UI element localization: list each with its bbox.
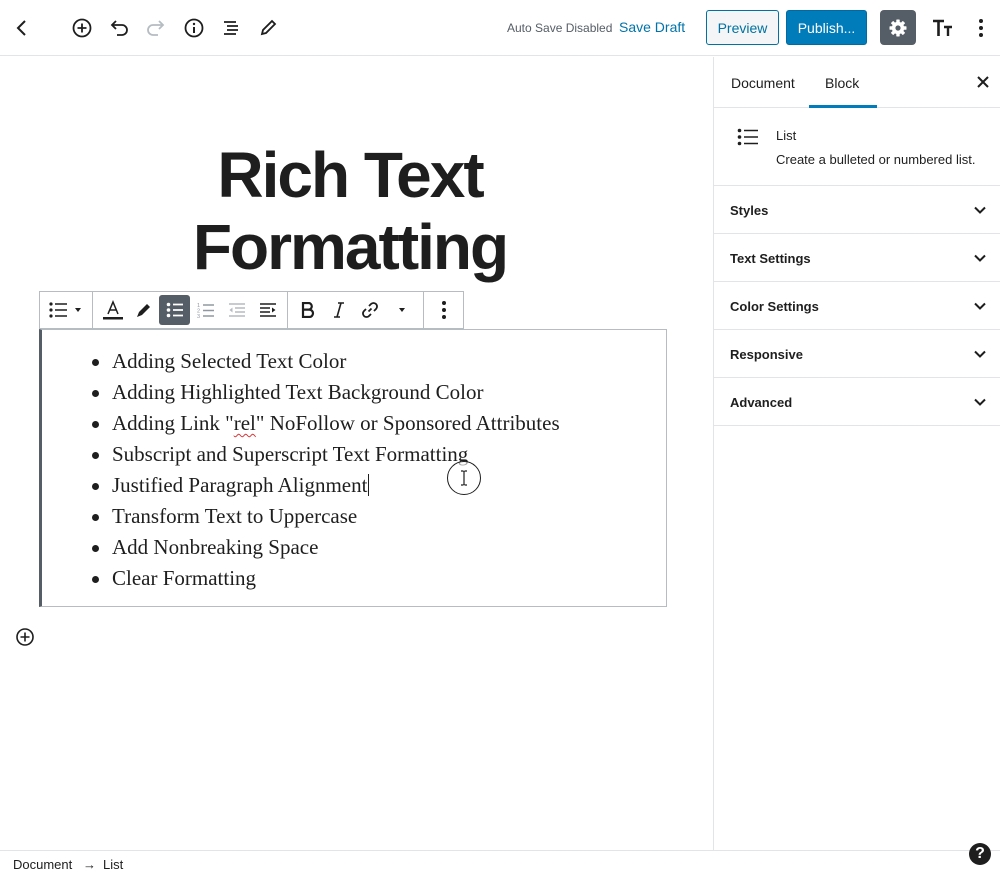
block-card: List Create a bulleted or numbered list.	[714, 108, 1000, 186]
bold-icon[interactable]	[292, 295, 323, 325]
undo-icon[interactable]	[101, 10, 137, 46]
panel-text-settings[interactable]: Text Settings	[714, 234, 1000, 282]
mouse-cursor-indicator	[447, 461, 481, 495]
list-block[interactable]: Adding Selected Text Color Adding Highli…	[39, 329, 667, 607]
list-item[interactable]: Clear Formatting	[92, 563, 666, 594]
add-block-icon[interactable]	[64, 10, 100, 46]
panel-advanced[interactable]: Advanced	[714, 378, 1000, 426]
preview-button[interactable]: Preview	[706, 10, 779, 45]
redo-icon[interactable]	[138, 10, 174, 46]
list-item[interactable]: Adding Selected Text Color	[92, 346, 666, 377]
panel-styles[interactable]: Styles	[714, 186, 1000, 234]
outdent-icon[interactable]	[221, 295, 252, 325]
list-item[interactable]: Justified Paragraph Alignment	[92, 470, 666, 501]
list-item[interactable]: Add Nonbreaking Space	[92, 532, 666, 563]
gear-icon[interactable]	[880, 10, 916, 45]
add-block-inline-icon[interactable]	[15, 627, 35, 647]
more-options-icon[interactable]	[963, 10, 999, 46]
panel-title: Advanced	[730, 395, 793, 410]
list-block-type-icon[interactable]	[44, 295, 88, 325]
outline-icon[interactable]	[213, 10, 249, 46]
tab-document[interactable]: Document	[731, 75, 795, 91]
breadcrumb-list[interactable]: List	[103, 857, 123, 872]
chevron-down-icon	[974, 302, 986, 310]
italic-icon[interactable]	[323, 295, 354, 325]
chevron-down-icon	[974, 398, 986, 406]
bulleted-list-icon[interactable]	[159, 295, 190, 325]
edit-tools-icon[interactable]	[250, 10, 286, 46]
panel-color-settings[interactable]: Color Settings	[714, 282, 1000, 330]
text-caret	[368, 474, 370, 496]
panel-title: Text Settings	[730, 251, 811, 266]
list-item[interactable]: Transform Text to Uppercase	[92, 501, 666, 532]
sidebar-tabs: Document Block	[714, 57, 1000, 108]
list-item-text-suffix: " NoFollow or Sponsored Attributes	[255, 411, 560, 435]
block-toolbar: 123	[39, 291, 464, 329]
link-icon[interactable]	[354, 295, 385, 325]
typography-icon[interactable]	[925, 10, 961, 46]
block-name: List	[776, 128, 797, 143]
top-toolbar: Auto Save Disabled Save Draft Preview Pu…	[0, 0, 1000, 56]
list-item[interactable]: Adding Link "rel" NoFollow or Sponsored …	[92, 408, 666, 439]
post-title[interactable]: Rich Text Formatting	[40, 139, 660, 283]
highlighter-icon[interactable]	[128, 295, 159, 325]
more-formats-chevron-icon[interactable]	[385, 295, 419, 325]
list-item-text-prefix: Adding Link "	[112, 411, 234, 435]
block-description: Create a bulleted or numbered list.	[776, 152, 976, 167]
back-chevron-icon[interactable]	[4, 10, 40, 46]
block-more-options-icon[interactable]	[428, 295, 459, 325]
list-icon	[737, 128, 759, 146]
autosave-status: Auto Save Disabled	[507, 21, 613, 35]
save-draft-button[interactable]: Save Draft	[619, 19, 685, 35]
panel-responsive[interactable]: Responsive	[714, 330, 1000, 378]
list-item[interactable]: Adding Highlighted Text Background Color	[92, 377, 666, 408]
tab-block[interactable]: Block	[825, 75, 859, 91]
numbered-list-icon[interactable]: 123	[190, 295, 221, 325]
close-icon[interactable]	[975, 74, 991, 90]
chevron-down-icon	[974, 350, 986, 358]
spellcheck-underlined-word: rel	[233, 411, 256, 435]
breadcrumb: Document → List ?	[0, 843, 1000, 874]
breadcrumb-document[interactable]: Document	[13, 857, 72, 872]
text-color-icon[interactable]	[97, 295, 128, 325]
post-title-line-2: Formatting	[192, 211, 509, 283]
bulleted-list: Adding Selected Text Color Adding Highli…	[42, 330, 666, 594]
post-title-line-1: Rich Text	[217, 139, 484, 211]
panel-title: Responsive	[730, 347, 803, 362]
breadcrumb-arrow-icon: →	[83, 857, 96, 872]
settings-sidebar: Document Block List Create a bulleted or…	[713, 57, 1000, 850]
svg-text:3: 3	[197, 314, 200, 319]
list-item[interactable]: Subscript and Superscript Text Formattin…	[92, 439, 666, 470]
help-icon[interactable]: ?	[969, 843, 991, 865]
chevron-down-icon	[974, 206, 986, 214]
panel-title: Color Settings	[730, 299, 819, 314]
publish-button[interactable]: Publish...	[786, 10, 867, 45]
chevron-down-icon	[974, 254, 986, 262]
indent-icon[interactable]	[252, 295, 283, 325]
panel-title: Styles	[730, 203, 769, 218]
list-item-text: Justified Paragraph Alignment	[112, 473, 368, 497]
info-icon[interactable]	[176, 10, 212, 46]
